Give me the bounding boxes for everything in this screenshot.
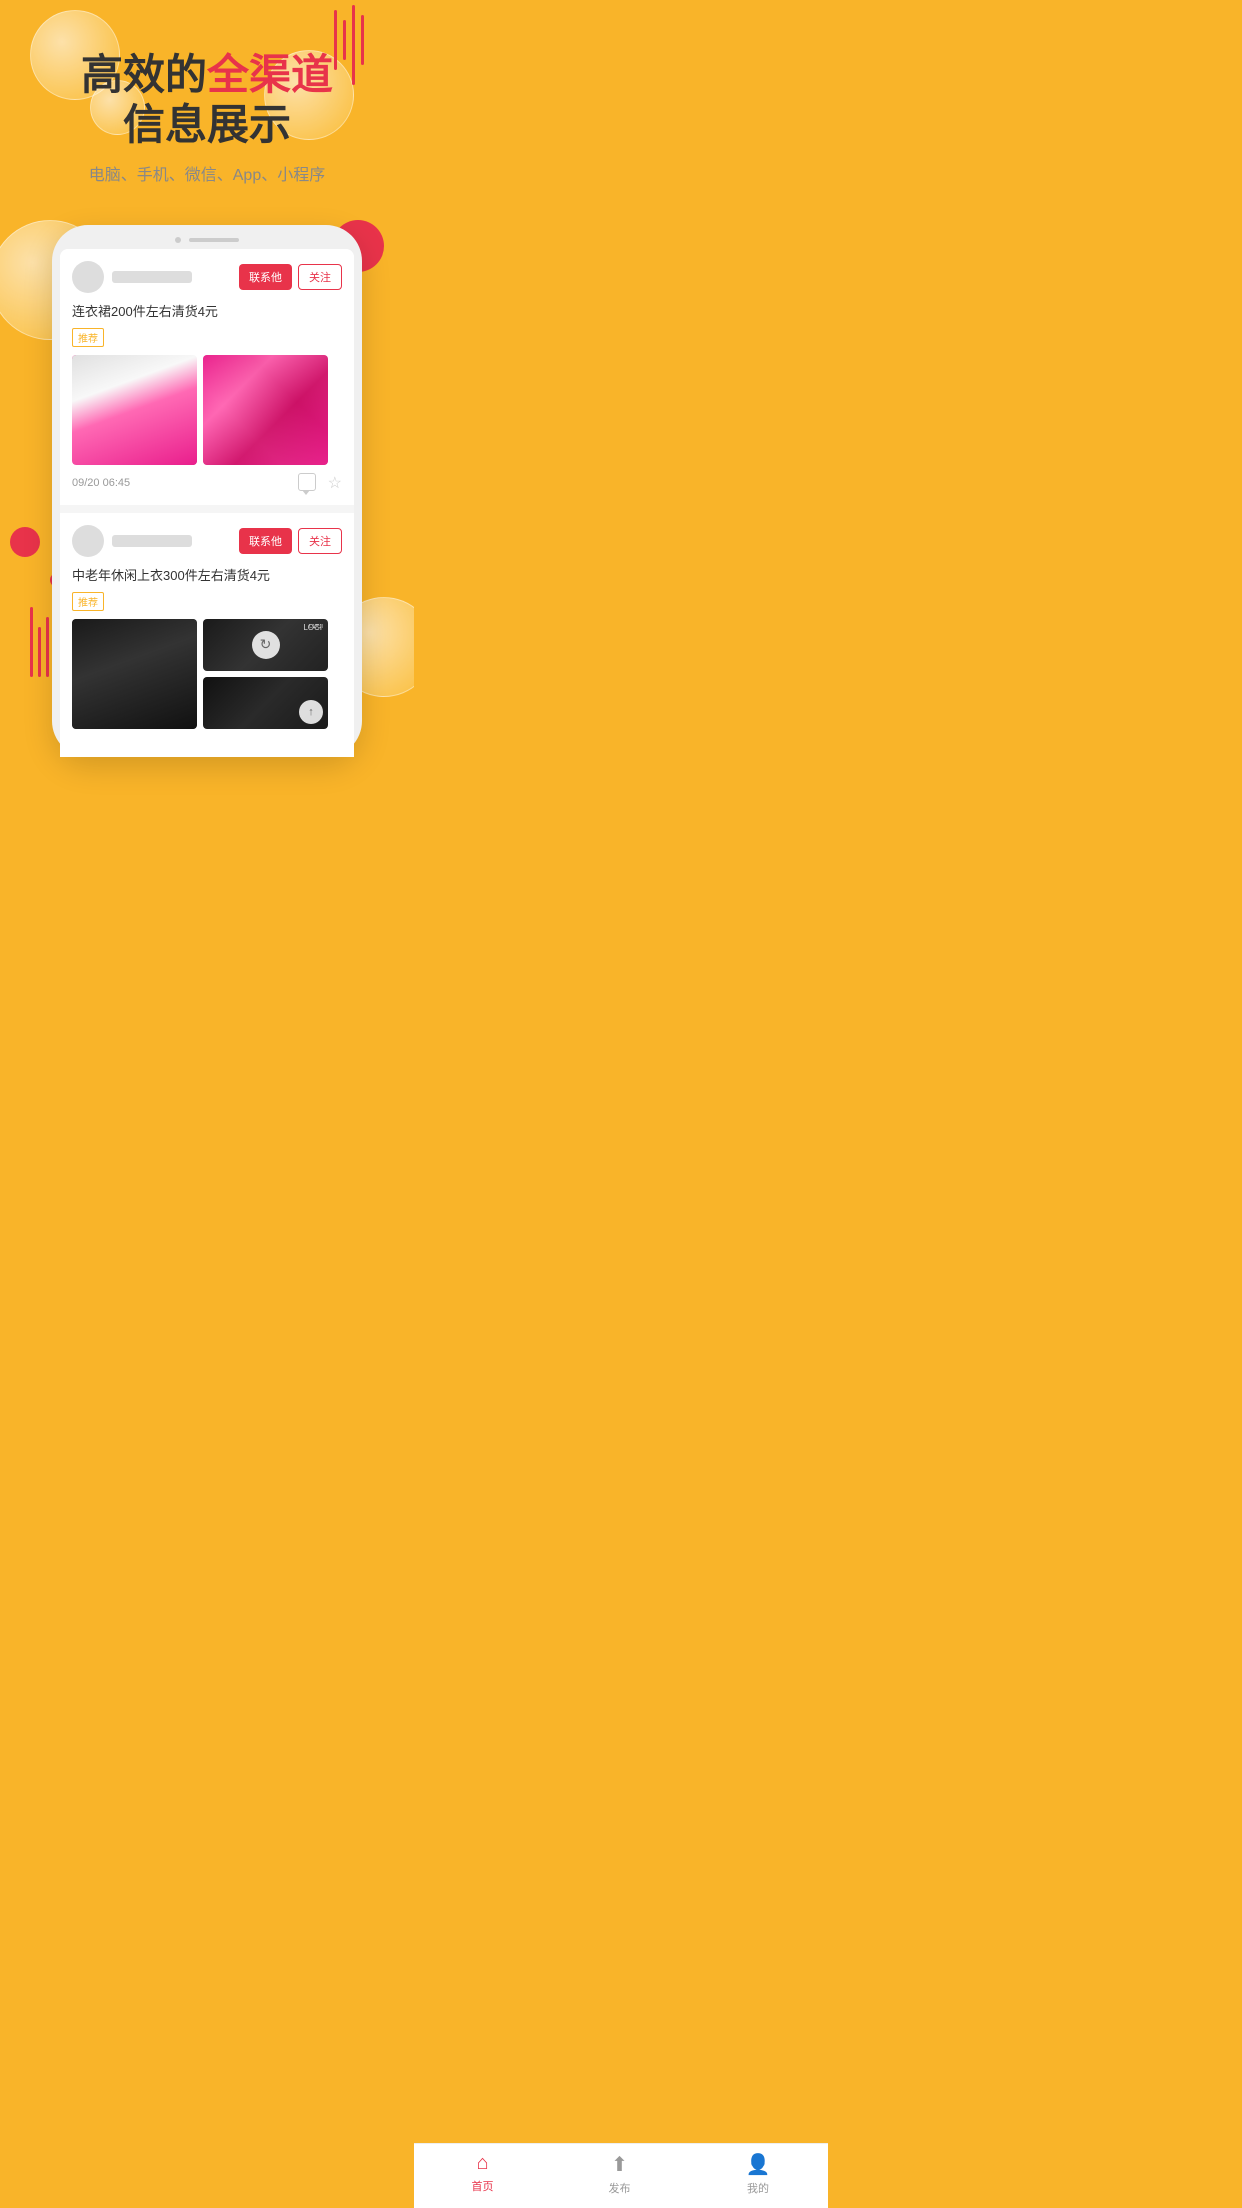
post-image-black-extra: ↑ — [203, 677, 328, 729]
bottom-nav: ⌂ 首页 ⬆ 发布 👤 我的 — [414, 2143, 828, 2208]
main-content: 高效的全渠道 信息展示 电脑、手机、微信、App、小程序 — [0, 0, 414, 757]
follow-button-1[interactable]: 关注 — [298, 264, 342, 290]
contact-button-2[interactable]: 联系他 — [239, 528, 292, 554]
hero-text-highlight: 全渠道 — [207, 51, 333, 98]
app-content: 联系他 关注 连衣裙200件左右清货4元 推荐 — [60, 249, 354, 749]
hero-text-black: 高效的 — [81, 51, 207, 98]
post-image-black-coat-wrapper — [72, 619, 197, 729]
post-image-black-fabric-wrapper: LOCI ↻ — [203, 619, 328, 671]
home-label: 首页 — [472, 2178, 494, 2194]
follow-button-2[interactable]: 关注 — [298, 528, 342, 554]
avatar-1 — [72, 261, 104, 293]
post-image-black-right-col: LOCI ↻ ↑ — [203, 619, 328, 729]
hero-section: 高效的全渠道 信息展示 电脑、手机、微信、App、小程序 — [51, 0, 363, 205]
home-icon: ⌂ — [476, 2152, 488, 2175]
mine-label: 我的 — [747, 2180, 769, 2196]
tag-recommend-2: 推荐 — [72, 592, 104, 611]
post-title-1: 连衣裙200件左右清货4元 — [72, 301, 342, 320]
post-header-2: 联系他 关注 — [72, 525, 342, 557]
nav-publish[interactable]: ⬆ 发布 — [609, 2152, 631, 2196]
post-user-1 — [72, 261, 192, 293]
phone-camera — [175, 237, 181, 243]
username-blur-1 — [112, 271, 192, 283]
tag-recommend-1: 推荐 — [72, 328, 104, 347]
post-actions-1[interactable]: 联系他 关注 — [239, 264, 342, 290]
contact-button-1[interactable]: 联系他 — [239, 264, 292, 290]
post-card-2: 联系他 关注 中老年休闲上衣300件左右清货4元 推荐 — [60, 513, 354, 749]
phone-mockup: 联系他 关注 连衣裙200件左右清货4元 推荐 — [52, 225, 362, 757]
phone-speaker — [189, 238, 239, 242]
publish-icon: ⬆ — [611, 2152, 628, 2177]
nav-home[interactable]: ⌂ 首页 — [472, 2152, 494, 2196]
scroll-arrow-icon[interactable]: ↑ — [299, 700, 323, 724]
post-user-2 — [72, 525, 192, 557]
post-image-black-extra-wrapper: ↑ — [203, 677, 328, 729]
post-images-1 — [72, 355, 342, 465]
post-image-pink-coat — [72, 355, 197, 465]
hero-title-line2: 信息展示 — [81, 100, 333, 150]
mine-icon: 👤 — [746, 2152, 771, 2177]
phone-top-bar — [60, 237, 354, 243]
post-image-black-fabric: LOCI ↻ — [203, 619, 328, 671]
star-icon-1[interactable]: ☆ — [328, 473, 342, 493]
avatar-2 — [72, 525, 104, 557]
post-footer-actions-1: ☆ — [298, 473, 342, 493]
phone-screen: 联系他 关注 连衣裙200件左右清货4元 推荐 — [60, 249, 354, 757]
post-images-2: LOCI ↻ ↑ — [72, 619, 342, 729]
hero-title-line1: 高效的全渠道 — [81, 50, 333, 100]
post-time-1: 09/20 06:45 — [72, 477, 130, 489]
post-actions-2[interactable]: 联系他 关注 — [239, 528, 342, 554]
username-blur-2 — [112, 535, 192, 547]
hero-subtitle: 电脑、手机、微信、App、小程序 — [81, 161, 333, 185]
post-image-black-coat — [72, 619, 197, 729]
fabric-brand-text: LOCI — [303, 623, 322, 632]
comment-icon-1[interactable] — [298, 473, 316, 491]
refresh-overlay[interactable]: ↻ — [252, 631, 280, 659]
post-card-1: 联系他 关注 连衣裙200件左右清货4元 推荐 — [60, 249, 354, 505]
nav-mine[interactable]: 👤 我的 — [746, 2152, 771, 2196]
post-footer-1: 09/20 06:45 ☆ — [72, 473, 342, 493]
post-image-pink-fabric — [203, 355, 328, 465]
post-title-2: 中老年休闲上衣300件左右清货4元 — [72, 565, 342, 584]
post-header-1: 联系他 关注 — [72, 261, 342, 293]
publish-label: 发布 — [609, 2180, 631, 2196]
